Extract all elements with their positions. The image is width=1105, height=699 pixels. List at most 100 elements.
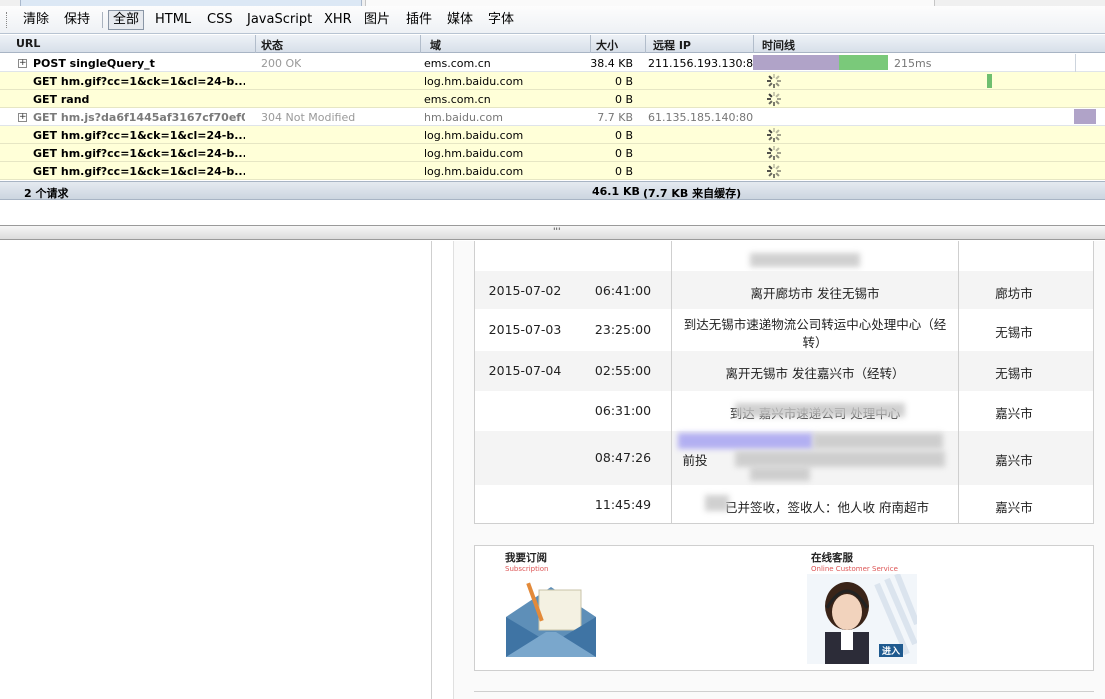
track-city: 廊坊市 xyxy=(995,286,1033,301)
track-desc: 到达无锡市速递物流公司转运中心处理中心（经 xyxy=(683,317,947,332)
timeline-receiving-bar xyxy=(839,55,888,70)
col-url[interactable]: URL xyxy=(16,37,40,50)
track-desc: 离开无锡市 发往嘉兴市（经转） xyxy=(725,366,905,381)
track-city: 无锡市 xyxy=(995,366,1033,381)
expand-icon[interactable]: + xyxy=(18,113,27,122)
track-desc-line2: 转） xyxy=(802,335,828,350)
request-row[interactable]: GET rand ems.com.cn 0 B xyxy=(0,90,1105,108)
request-url: GET hm.js?da6f1445af3167cf70ef008 xyxy=(33,111,245,124)
request-size: 0 B xyxy=(614,75,633,88)
timeline-waiting-bar xyxy=(1074,109,1096,124)
envelope-icon xyxy=(506,582,596,657)
filter-images-button[interactable]: 图片 xyxy=(359,10,395,30)
filter-plugins-button[interactable]: 插件 xyxy=(401,10,437,30)
track-city: 嘉兴市 xyxy=(995,453,1033,468)
col-separator xyxy=(255,35,256,53)
filter-xhr-button[interactable]: XHR xyxy=(319,10,357,30)
request-size: 0 B xyxy=(614,93,633,106)
request-url: GET hm.gif?cc=1&ck=1&cl=24-b...%2 xyxy=(33,129,245,142)
track-city: 嘉兴市 xyxy=(995,406,1033,421)
col-timeline[interactable]: 时间线 xyxy=(762,37,795,53)
request-url: GET hm.gif?cc=1&ck=1&cl=24-b...cor xyxy=(33,147,245,160)
request-url: GET hm.gif?cc=1&ck=1&cl=24-b...cor xyxy=(33,165,245,178)
filter-html-button[interactable]: HTML xyxy=(150,10,196,30)
request-domain: log.hm.baidu.com xyxy=(424,147,524,160)
track-date: 2015-07-03 xyxy=(488,322,562,337)
filter-media-button[interactable]: 媒体 xyxy=(442,10,478,30)
expand-icon[interactable]: + xyxy=(18,59,27,68)
filter-js-button[interactable]: JavaScript xyxy=(242,10,317,30)
splitter-grip-icon[interactable]: ''' xyxy=(553,227,560,237)
redacted-blur xyxy=(750,467,810,481)
table-row: 2015-07-04 02:55:00 离开无锡市 发往嘉兴市（经转） 无锡市 xyxy=(475,351,1093,391)
col-separator xyxy=(645,35,646,53)
col-domain[interactable]: 域 xyxy=(430,37,441,53)
track-time: 02:55:00 xyxy=(594,363,652,378)
subscribe-title: 我要订阅 xyxy=(505,552,547,564)
request-domain: log.hm.baidu.com xyxy=(424,165,524,178)
col-remote-ip[interactable]: 远程 IP xyxy=(653,37,691,53)
request-ip: 211.156.193.130:80 xyxy=(648,57,761,70)
support-banner[interactable]: 在线客服 Online Customer Service 进入 xyxy=(807,548,919,666)
request-url: POST singleQuery_t xyxy=(33,57,155,70)
filter-css-button[interactable]: CSS xyxy=(202,10,238,30)
col-separator xyxy=(753,35,754,53)
redacted-blur xyxy=(678,433,813,449)
request-row[interactable]: + POST singleQuery_t 200 OK ems.com.cn 3… xyxy=(0,54,1105,72)
col-separator xyxy=(958,241,959,524)
toolbar-separator xyxy=(102,12,103,28)
col-size[interactable]: 大小 xyxy=(596,37,618,53)
timeline-marker xyxy=(1075,54,1076,72)
table-row: 08:47:26 前投 嘉兴市 xyxy=(475,431,1093,485)
support-subtitle: Online Customer Service xyxy=(811,565,898,573)
redacted-blur xyxy=(750,253,860,267)
loading-spinner-icon xyxy=(767,74,781,88)
redacted-blur xyxy=(735,451,945,467)
request-row[interactable]: GET hm.gif?cc=1&ck=1&cl=24-b...cor log.h… xyxy=(0,162,1105,180)
track-date: 2015-07-02 xyxy=(488,283,562,298)
request-count: 2 个请求 xyxy=(24,187,69,200)
filter-all-button[interactable]: 全部 xyxy=(108,10,145,30)
request-size: 0 B xyxy=(614,129,633,142)
track-time: 06:31:00 xyxy=(594,403,652,418)
support-title: 在线客服 xyxy=(811,552,853,564)
request-row[interactable]: GET hm.gif?cc=1&ck=1&cl=24-b...%2 log.hm… xyxy=(0,126,1105,144)
track-desc: 前投 xyxy=(682,453,708,468)
divider xyxy=(474,691,1094,692)
request-row[interactable]: GET hm.gif?cc=1&ck=1&cl=24-b...cor log.h… xyxy=(0,144,1105,162)
loading-spinner-icon xyxy=(767,164,781,178)
panel-splitter[interactable]: ''' xyxy=(0,225,1105,240)
filter-fonts-button[interactable]: 字体 xyxy=(483,10,519,30)
col-separator xyxy=(420,35,421,53)
track-time: 23:25:00 xyxy=(594,322,652,337)
request-domain: log.hm.baidu.com xyxy=(424,75,524,88)
subscribe-banner[interactable]: 我要订阅 Subscription xyxy=(497,548,609,666)
request-domain: ems.com.cn xyxy=(424,93,491,106)
timeline-tick xyxy=(987,74,992,88)
col-status[interactable]: 状态 xyxy=(261,37,283,53)
request-row[interactable]: GET hm.gif?cc=1&ck=1&cl=24-b...71( log.h… xyxy=(0,72,1105,90)
total-size: 46.1 KB xyxy=(592,185,640,198)
enter-link[interactable]: 进入 xyxy=(879,644,904,657)
clear-button[interactable]: 清除 xyxy=(18,10,54,30)
track-desc: 离开廊坊市 发往无锡市 xyxy=(750,286,880,301)
timeline-duration: 215ms xyxy=(894,57,932,70)
request-status: 200 OK xyxy=(261,57,302,70)
track-city: 无锡市 xyxy=(995,325,1033,340)
loading-spinner-icon xyxy=(767,146,781,160)
loading-spinner-icon xyxy=(767,128,781,142)
request-size: 7.7 KB xyxy=(597,111,633,124)
left-blank-panel xyxy=(0,241,432,699)
request-row[interactable]: + GET hm.js?da6f1445af3167cf70ef008 304 … xyxy=(0,108,1105,126)
request-list: + POST singleQuery_t 200 OK ems.com.cn 3… xyxy=(0,54,1105,180)
table-row: 2015-07-03 23:25:00 到达无锡市速递物流公司转运中心处理中心（… xyxy=(475,309,1093,351)
request-size: 0 B xyxy=(614,147,633,160)
request-size: 0 B xyxy=(614,165,633,178)
request-summary: 2 个请求 46.1 KB (7.7 KB 来自缓存) xyxy=(0,181,1105,200)
table-row: 06:31:00 到达 嘉兴市速递公司 处理中心 嘉兴市 xyxy=(475,391,1093,431)
track-date: 2015-07-04 xyxy=(488,363,562,378)
toolbar-grip[interactable] xyxy=(6,12,9,28)
track-time: 08:47:26 xyxy=(594,450,652,465)
persist-button[interactable]: 保持 xyxy=(59,10,95,30)
request-size: 38.4 KB xyxy=(590,57,633,70)
